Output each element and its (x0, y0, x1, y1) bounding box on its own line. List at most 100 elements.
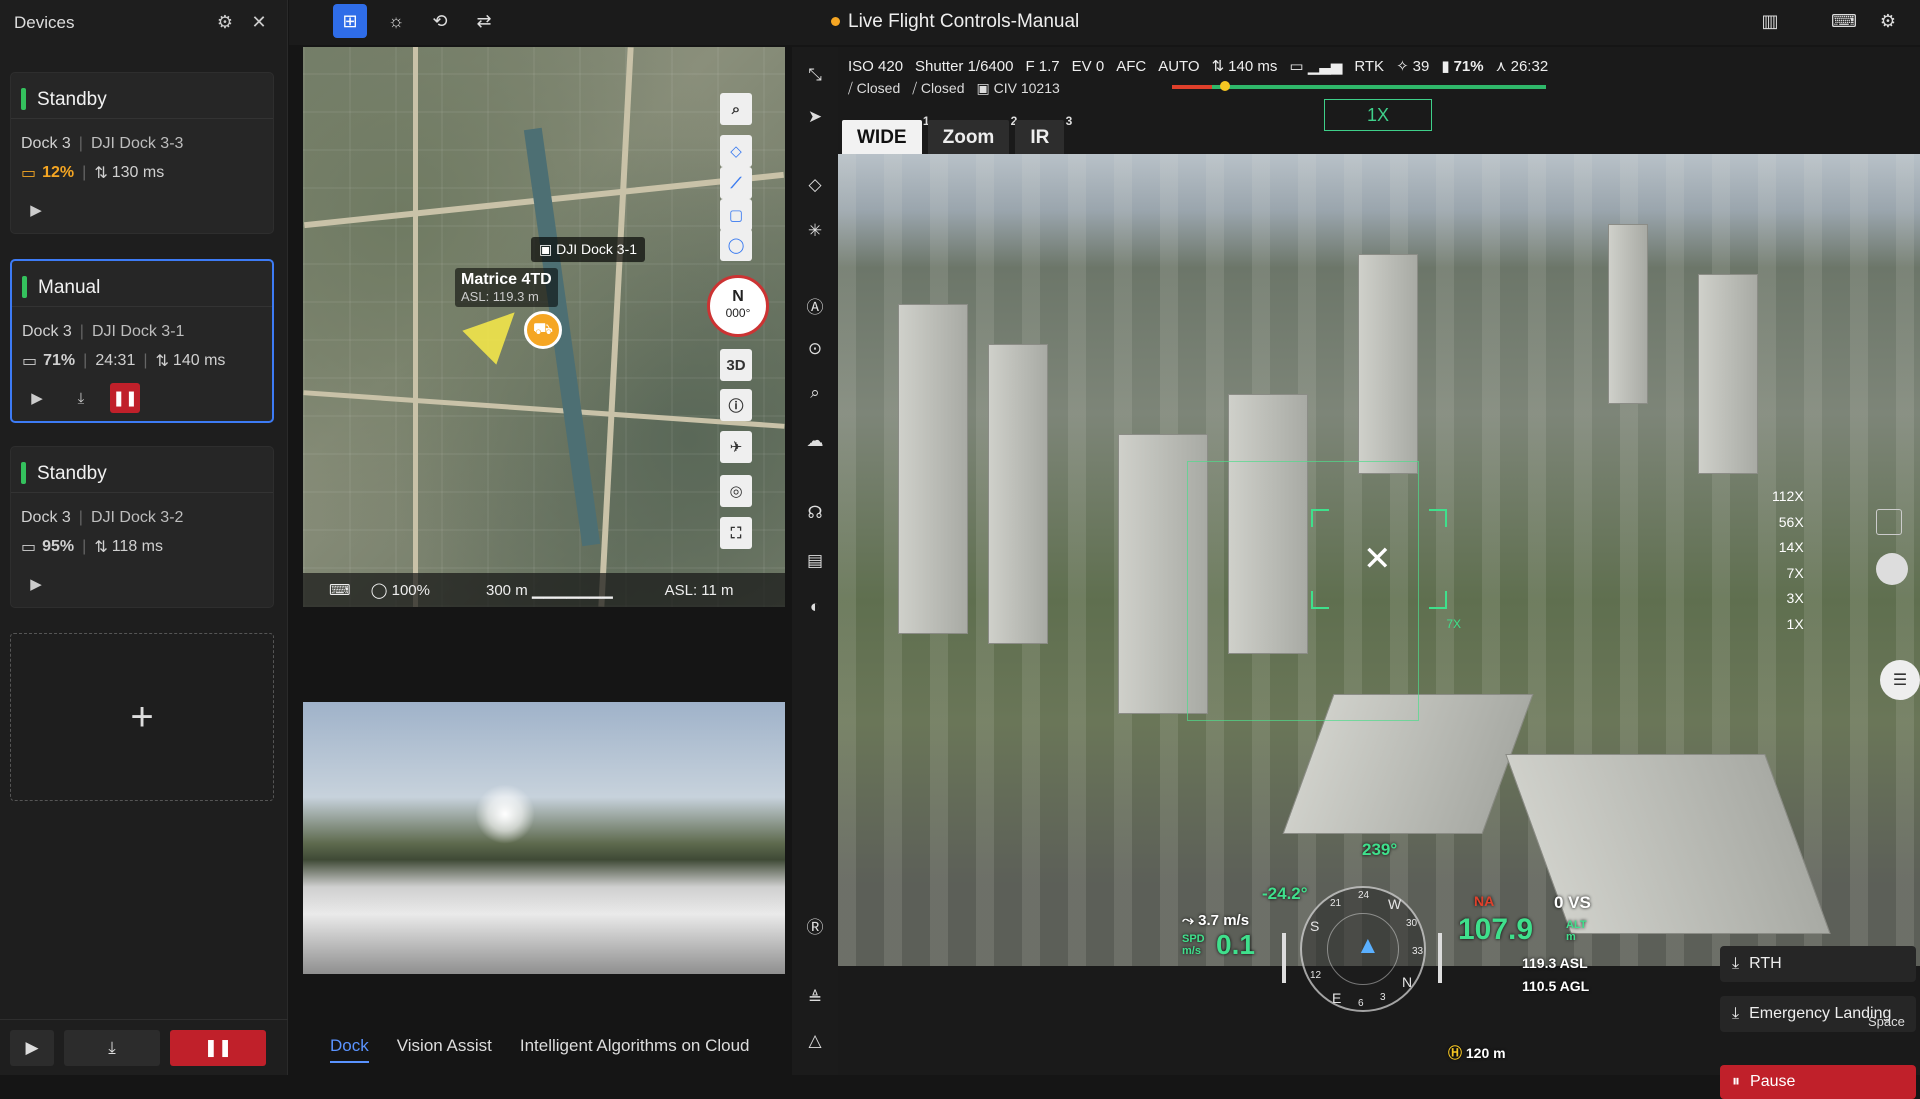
asl-altitude: 119.3 ASL (1522, 955, 1588, 971)
latency-icon: ⇅ (155, 352, 169, 370)
zoom-indicator[interactable]: 1X (1324, 99, 1432, 131)
battery-icon: ▮ (1441, 58, 1450, 75)
layout-icon[interactable]: ▥ (1753, 4, 1787, 38)
crosshair-icon: ✕ (1363, 540, 1392, 578)
drone-label: Matrice 4TD ASL: 119.3 m (455, 268, 558, 307)
zoom-dial[interactable] (1876, 553, 1908, 585)
sidebar-title: Devices (14, 12, 75, 32)
dock-model: Dock 3 (21, 134, 71, 152)
navigate-icon[interactable]: ➤ (801, 103, 829, 131)
home-distance: Ⓗ 120 m (1448, 1045, 1506, 1061)
settings-icon[interactable]: ⚙ (1871, 4, 1905, 38)
spotlight-icon[interactable]: ✳ (801, 217, 829, 245)
sidebar-header: Devices ⚙ ✕ (0, 0, 287, 45)
live-video-button[interactable]: ▶ (21, 569, 51, 599)
pin-icon[interactable]: ◇ (720, 135, 752, 167)
expand-icon[interactable]: ⤡ (801, 61, 829, 89)
drone-mode-icon[interactable]: ☼ (379, 4, 413, 38)
device-card-dock-3-3[interactable]: Standby Dock 3 | DJI Dock 3-3 ▭ 12% | ⇅ 13… (10, 72, 274, 234)
device-card-dock-3-1[interactable]: Manual Dock 3 | DJI Dock 3-1 ▭ 71% | 24:31… (10, 259, 274, 423)
landing-icon[interactable]: △ (801, 1027, 829, 1055)
map-scale: 300 m ▁▁▁▁▁▁▁ (486, 582, 613, 599)
pause-button[interactable]: ⏸ Pause (1720, 1065, 1916, 1099)
shutter: Shutter 1/6400 (915, 57, 1014, 75)
map-asl: ASL: 11 m (664, 581, 734, 599)
ai-icon[interactable]: Ⓐ (801, 291, 829, 319)
dock-name: DJI Dock 3-3 (90, 134, 184, 152)
device-card-dock-3-2[interactable]: Standby Dock 3 | DJI Dock 3-2 ▭ 95% | ⇅ 11… (10, 446, 274, 608)
keyboard-icon[interactable]: ⌨ (1827, 4, 1861, 38)
sun (475, 784, 535, 844)
horizon-icon[interactable]: ≜ (801, 985, 829, 1013)
latency: 140 ms (172, 351, 226, 369)
line-icon[interactable]: ⟋ (720, 167, 752, 199)
satellite-icon: ✧ (1396, 58, 1409, 75)
battery-icon: ▭ (21, 538, 37, 556)
lens-tab-zoom[interactable]: Zoom 2 (927, 114, 1017, 156)
rth-button[interactable]: ⤓ RTH (1720, 946, 1916, 982)
zoom-target-box[interactable]: ✕ 7X (1311, 509, 1461, 631)
map-compass[interactable]: N 000° (707, 275, 769, 337)
locate-icon[interactable]: ◎ (720, 475, 752, 507)
track-icon[interactable]: ⊙ (801, 335, 829, 363)
add-device-button[interactable]: + (10, 633, 274, 801)
dock-camera-feed[interactable] (303, 702, 785, 974)
ar-icon[interactable]: Ⓡ (801, 911, 829, 939)
circle-icon[interactable]: ◯ (720, 229, 752, 261)
network-icon[interactable]: ⊞ (333, 4, 367, 38)
pause-all-button[interactable]: ❚❚ (170, 1029, 266, 1066)
signal-icon: ▭ ▁▃▅ (1289, 58, 1343, 75)
marker-icon[interactable]: ◇ (801, 171, 829, 199)
live-video-button[interactable]: ▶ (21, 195, 51, 225)
space-shortcut: Space (1868, 1014, 1905, 1029)
map-view[interactable]: ⛟ Matrice 4TD ASL: 119.3 m ▣ DJI Dock 3-… (303, 47, 785, 607)
camera-tool-strip: ⤡ ➤ ◇ ✳ Ⓐ ⊙ ⌕ ☁ ☊ ▤ ◐ Ⓡ ≜ △ (792, 47, 838, 1075)
dock-map-icon[interactable]: ⛟ (524, 311, 562, 349)
zoom-search-icon[interactable]: ⌕ (801, 379, 829, 407)
cloud-icon[interactable]: ☁ (801, 427, 829, 455)
live-video-button[interactable]: ▶ (10, 1029, 54, 1066)
pause-icon: ⏸ (1732, 1073, 1741, 1090)
chat-icon[interactable]: ☰ (1880, 660, 1920, 700)
return-to-dock-button[interactable]: ⤓ (66, 383, 96, 413)
swap-icon[interactable]: ⇄ (467, 4, 501, 38)
speed-label: SPD m/s (1182, 933, 1205, 957)
landing-icon: ⤓ (1732, 1005, 1740, 1022)
map-zoom: ◯ 100% (370, 582, 430, 599)
battery-level: 12% (42, 163, 75, 181)
flight-time-icon: ⋏ (1495, 58, 1507, 75)
dock-model: Dock 3 (22, 322, 72, 340)
airplane-icon[interactable]: ✈ (720, 431, 752, 463)
return-to-dock-button[interactable]: ⤓ (64, 1029, 160, 1066)
screen-icon[interactable] (1876, 509, 1902, 535)
drone-heading-icon: ▲ (1356, 932, 1380, 959)
search-icon[interactable]: ⌕ (720, 93, 752, 125)
live-video-button[interactable]: ▶ (22, 383, 52, 413)
document-icon[interactable]: ▤ (801, 547, 829, 575)
rtk-count: 39 (1412, 57, 1430, 75)
keyboard-icon[interactable]: ⌨ (329, 581, 351, 599)
flight-time: 26:32 (1510, 57, 1549, 75)
tab-vision-assist[interactable]: Vision Assist (397, 1036, 492, 1063)
light-icon[interactable]: ◐ (801, 593, 829, 621)
iso: ISO 420 (848, 57, 904, 75)
lens-tab-wide[interactable]: WIDE 1 (842, 114, 930, 156)
sync-icon[interactable]: ⟲ (423, 4, 457, 38)
tab-dock[interactable]: Dock (330, 1036, 369, 1063)
gear-icon[interactable]: ⚙ (211, 12, 239, 33)
close-icon[interactable]: ✕ (245, 12, 273, 33)
pause-button[interactable]: ❚❚ (110, 383, 140, 413)
info-icon[interactable]: ⓘ (720, 389, 752, 421)
lens-tab-ir[interactable]: IR 3 (1015, 114, 1072, 156)
3d-toggle-button[interactable]: 3D (720, 349, 752, 381)
polygon-icon[interactable]: ▢ (720, 199, 752, 231)
altitude: 107.9 (1458, 913, 1534, 946)
speaker-icon[interactable]: ☊ (801, 499, 829, 527)
map-status-bar: ⌨ ◯ 100% 300 m ▁▁▁▁▁▁▁ ASL: 11 m (303, 573, 785, 607)
tab-intelligent-algorithms[interactable]: Intelligent Algorithms on Cloud (520, 1036, 750, 1063)
rth-icon: ⤓ (1732, 955, 1740, 972)
fit-icon[interactable]: ⛶ (720, 517, 752, 549)
zoom-scale[interactable]: 112X 56X 14X 7X 3X 1X (1772, 488, 1804, 642)
target-zoom-label: 7X (1446, 617, 1461, 631)
bottom-tabs: Dock Vision Assist Intelligent Algorithm… (330, 1036, 750, 1063)
